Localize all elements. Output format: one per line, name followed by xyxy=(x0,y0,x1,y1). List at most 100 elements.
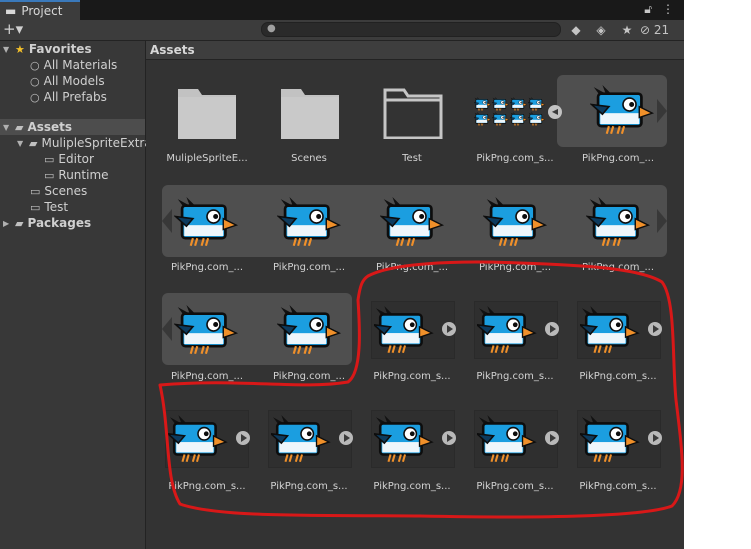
play-icon[interactable] xyxy=(442,322,456,336)
tree-item-packages[interactable]: ▶ ▰ Packages xyxy=(3,215,91,231)
bird-sprite-icon[interactable] xyxy=(590,85,656,137)
breadcrumb: Assets xyxy=(146,41,684,60)
collapse-arrow-icon[interactable]: ◀ xyxy=(548,105,562,119)
play-icon[interactable] xyxy=(648,322,662,336)
bird-sprite-icon[interactable] xyxy=(277,305,343,357)
bird-sprite-icon[interactable] xyxy=(586,197,652,249)
animation-clip-thumbnail[interactable] xyxy=(371,410,456,468)
bird-sprite-icon[interactable] xyxy=(174,305,240,357)
tree-item-all-models[interactable]: ○ All Models xyxy=(30,73,105,89)
animation-clip-thumbnail[interactable] xyxy=(474,301,559,359)
chevron-down-icon[interactable]: ▼ xyxy=(3,45,15,54)
play-icon[interactable] xyxy=(442,431,456,445)
folder-icon[interactable] xyxy=(176,83,238,139)
asset-label: Scenes xyxy=(291,153,327,164)
play-icon[interactable] xyxy=(648,431,662,445)
play-icon[interactable] xyxy=(545,431,559,445)
animation-clip-thumbnail[interactable] xyxy=(577,301,662,359)
bird-sprite-icon xyxy=(580,306,640,355)
asset-label: PikPng.com_... xyxy=(582,153,654,164)
asset-label: PikPng.com_s... xyxy=(270,481,348,492)
folder-icon: ▭ xyxy=(44,152,55,166)
bird-sprite-icon xyxy=(580,415,640,464)
bird-sprite-icon[interactable] xyxy=(483,197,549,249)
play-icon[interactable] xyxy=(339,431,353,445)
asset-label: PikPng.com_... xyxy=(273,262,345,273)
asset-label: PikPng.com_s... xyxy=(476,371,554,382)
tree-item-editor[interactable]: ▭ Editor xyxy=(44,151,94,167)
toolbar: +▾ ● ◆ ◈ ★ ⊘ 21 xyxy=(0,20,684,41)
chevron-down-icon[interactable]: ▼ xyxy=(3,123,15,132)
animation-clip-thumbnail[interactable] xyxy=(577,410,662,468)
group-edge xyxy=(657,99,667,123)
group-edge xyxy=(162,209,172,233)
tree-item-label: MulipleSpriteExtra xyxy=(41,136,152,150)
tree-item-label: Favorites xyxy=(28,42,92,56)
tree-item-all-materials[interactable]: ○ All Materials xyxy=(30,57,117,73)
asset-label: PikPng.com_s... xyxy=(579,481,657,492)
favorite-star-icon[interactable]: ★ xyxy=(617,21,637,39)
animation-clip-thumbnail[interactable] xyxy=(165,410,250,468)
asset-label: MulipleSpriteE... xyxy=(166,153,248,164)
search-by-type-icon[interactable]: ◆ xyxy=(566,21,586,39)
asset-label: PikPng.com_s... xyxy=(373,371,451,382)
asset-label: PikPng.com_s... xyxy=(579,371,657,382)
sprite-sheet-thumbnail[interactable] xyxy=(474,97,558,127)
lock-icon[interactable]: 🔓︎ xyxy=(644,2,652,17)
tree-item-label: All Materials xyxy=(43,58,118,72)
tree-item-label: Packages xyxy=(27,216,92,230)
bird-sprite-icon xyxy=(271,415,331,464)
project-window: ▬ Project 🔓︎ ⋮ +▾ ● ◆ ◈ ★ ⊘ 21 ▼ ★ Favor… xyxy=(0,0,684,549)
tree-item-label: Assets xyxy=(27,120,73,134)
empty-folder-icon[interactable] xyxy=(382,83,444,139)
tree-item-runtime[interactable]: ▭ Runtime xyxy=(44,167,109,183)
asset-label: PikPng.com_... xyxy=(479,262,551,273)
bird-sprite-icon xyxy=(168,415,228,464)
tab-title: Project xyxy=(21,4,63,18)
tree-item-label: All Prefabs xyxy=(43,90,107,104)
group-edge xyxy=(657,209,667,233)
bird-sprite-icon[interactable] xyxy=(277,197,343,249)
folder-icon: ▬ xyxy=(5,4,17,18)
asset-grid: Assets ◀ MulipleSpriteE... Scenes Test P… xyxy=(146,41,684,549)
tab-controls: 🔓︎ ⋮ xyxy=(644,2,674,17)
tree-item-label: Test xyxy=(44,200,69,214)
tree-item-all-prefabs[interactable]: ○ All Prefabs xyxy=(30,89,107,105)
tree-item-favorites[interactable]: ▼ ★ Favorites xyxy=(3,41,92,57)
more-menu-icon[interactable]: ⋮ xyxy=(662,2,674,17)
bird-sprite-icon xyxy=(374,306,434,355)
animation-clip-thumbnail[interactable] xyxy=(371,301,456,359)
tab-project[interactable]: ▬ Project xyxy=(0,0,80,20)
tree-item-label: Runtime xyxy=(58,168,109,182)
folder-icon[interactable] xyxy=(279,83,341,139)
open-folder-icon: ▰ xyxy=(15,120,24,134)
tree-item-label: Editor xyxy=(58,152,94,166)
asset-label: PikPng.com_... xyxy=(582,262,654,273)
add-button[interactable]: +▾ xyxy=(3,20,23,38)
tree-item-label: Scenes xyxy=(44,184,88,198)
play-icon[interactable] xyxy=(236,431,250,445)
group-edge xyxy=(162,317,172,341)
folder-icon: ▭ xyxy=(44,168,55,182)
open-folder-icon: ▰ xyxy=(29,136,38,150)
chevron-down-icon[interactable]: ▼ xyxy=(17,139,29,148)
search-by-label-icon[interactable]: ◈ xyxy=(591,21,611,39)
bird-sprite-icon[interactable] xyxy=(174,197,240,249)
asset-label: PikPng.com_... xyxy=(171,371,243,382)
asset-label: PikPng.com_s... xyxy=(476,153,554,164)
tree-item-mulip-sprite-extra[interactable]: ▼ ▰ MulipleSpriteExtra xyxy=(17,135,152,151)
animation-clip-thumbnail[interactable] xyxy=(268,410,353,468)
chevron-right-icon[interactable]: ▶ xyxy=(3,219,15,228)
search-input[interactable]: ● xyxy=(261,22,561,37)
animation-clip-thumbnail[interactable] xyxy=(474,410,559,468)
tree-item-scenes[interactable]: ▭ Scenes xyxy=(30,183,87,199)
play-icon[interactable] xyxy=(545,322,559,336)
tree-item-assets[interactable]: ▼ ▰ Assets xyxy=(0,119,145,135)
asset-label: Test xyxy=(402,153,422,164)
tree-item-test[interactable]: ▭ Test xyxy=(30,199,68,215)
hidden-packages-toggle[interactable]: ⊘ 21 xyxy=(640,21,680,39)
search-icon: ○ xyxy=(30,74,40,88)
bird-sprite-icon[interactable] xyxy=(380,197,446,249)
asset-label: PikPng.com_... xyxy=(376,262,448,273)
folder-icon: ▰ xyxy=(15,216,24,230)
